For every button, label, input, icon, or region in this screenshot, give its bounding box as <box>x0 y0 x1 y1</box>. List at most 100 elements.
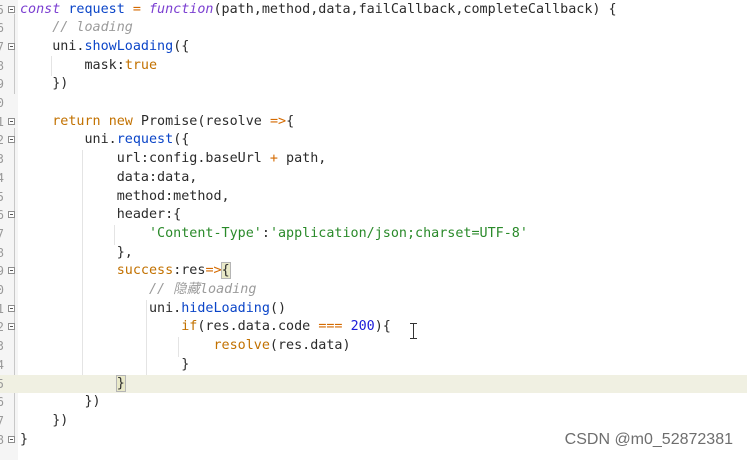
code-token: + <box>269 151 278 167</box>
fold-toggle-icon[interactable] <box>8 323 15 331</box>
code-content: 'Content-Type':'application/json;charset… <box>20 225 528 244</box>
code-token: ({ <box>173 38 190 54</box>
code-line[interactable]: 6 header:{ <box>0 206 747 225</box>
code-token: data:data, <box>20 169 198 185</box>
code-token: request <box>60 1 133 17</box>
code-token: => <box>269 113 287 129</box>
code-token: (path,method,data,failCallback,completeC… <box>213 1 617 17</box>
line-number: 0 <box>0 283 4 297</box>
code-content: }, <box>20 244 133 263</box>
code-line[interactable]: 8 }, <box>0 244 747 263</box>
code-token: === <box>318 319 343 335</box>
line-number: 9 <box>0 264 4 279</box>
code-token: }, <box>20 244 133 260</box>
line-number: 3 <box>0 152 4 167</box>
code-token: success <box>116 263 174 279</box>
code-token: // 隐藏loading <box>149 282 257 297</box>
code-line[interactable]: 6 }) <box>0 393 747 412</box>
code-line[interactable]: 7 uni.showLoading({ <box>0 38 747 57</box>
code-line[interactable]: 4 } <box>0 356 747 375</box>
code-token: request <box>116 132 174 148</box>
line-number: 3 <box>0 339 4 354</box>
line-number: 2 <box>0 133 4 148</box>
line-number: 1 <box>0 114 4 129</box>
code-line[interactable]: 0 // 隐藏loading <box>0 281 747 300</box>
fold-toggle-icon[interactable] <box>8 136 15 144</box>
code-line[interactable]: 5 } <box>0 374 747 394</box>
line-number: 1 <box>0 301 4 316</box>
code-line[interactable]: 2 uni.request({ <box>0 131 747 150</box>
code-token: uni. <box>20 38 85 54</box>
code-token: } <box>20 356 190 372</box>
line-number: 7 <box>0 226 4 241</box>
line-number: 5 <box>0 376 4 391</box>
line-number: 4 <box>0 170 4 185</box>
fold-toggle-icon[interactable] <box>8 304 15 312</box>
code-line[interactable]: 9 }) <box>0 75 747 94</box>
code-token: // loading <box>52 20 133 36</box>
code-content: method:method, <box>20 188 230 207</box>
fold-toggle-icon[interactable] <box>8 117 15 125</box>
line-number: 6 <box>0 21 4 36</box>
code-content: uni.showLoading({ <box>20 38 189 57</box>
line-number: 0 <box>0 96 4 110</box>
line-number: 2 <box>0 320 4 335</box>
code-line[interactable]: 4 data:data, <box>0 169 747 188</box>
code-content: } <box>20 374 126 394</box>
fold-toggle-icon[interactable] <box>8 267 15 275</box>
code-line[interactable]: 0 <box>0 94 747 113</box>
code-content: } <box>20 431 28 450</box>
code-token: { <box>220 262 231 280</box>
code-token: => <box>205 263 222 279</box>
code-line[interactable]: 9 success:res=>{ <box>0 262 747 281</box>
code-token: path, <box>277 151 327 167</box>
code-content: } <box>20 356 189 375</box>
code-token: new <box>108 113 133 129</box>
line-number: 4 <box>0 357 4 372</box>
fold-toggle-icon[interactable] <box>8 211 15 219</box>
code-token: uni. <box>20 132 117 148</box>
line-number: 8 <box>0 58 4 73</box>
line-number: 7 <box>0 413 4 428</box>
code-token: function <box>149 1 214 17</box>
fold-toggle-icon[interactable] <box>8 5 15 13</box>
fold-toggle-icon[interactable] <box>8 42 15 50</box>
code-token: resolve <box>213 338 270 354</box>
code-token: if <box>181 319 198 335</box>
code-token: hideLoading <box>181 300 270 316</box>
code-content: data:data, <box>20 169 198 188</box>
code-token: () <box>269 300 287 316</box>
code-token: 'application/json;charset=UTF-8' <box>269 225 528 241</box>
code-token: 200 <box>350 319 375 335</box>
code-token: ({ <box>173 132 190 148</box>
code-line[interactable]: 5 method:method, <box>0 188 747 207</box>
code-token: { <box>286 113 295 129</box>
code-line[interactable]: 1 uni.hideLoading() <box>0 300 747 319</box>
code-token: :res <box>173 263 206 279</box>
code-content: uni.request({ <box>20 131 189 150</box>
code-line[interactable]: 7 }) <box>0 412 747 431</box>
line-number: 5 <box>0 189 4 204</box>
code-token: ){ <box>374 319 391 335</box>
code-line[interactable]: 3 resolve(res.data) <box>0 337 747 356</box>
code-token: }) <box>20 76 69 92</box>
code-line[interactable]: 3 url:config.baseUrl + path, <box>0 150 747 169</box>
code-line[interactable]: 7 'Content-Type':'application/json;chars… <box>0 225 747 244</box>
line-number: 8 <box>0 432 4 447</box>
code-line[interactable]: 8 mask:true <box>0 57 747 76</box>
code-token: }) <box>20 412 69 428</box>
code-line[interactable]: 2 if(res.data.code === 200){ <box>0 318 747 337</box>
code-line[interactable]: 6 // loading <box>0 19 747 38</box>
code-line[interactable]: 1 return new Promise(resolve =>{ <box>0 113 747 132</box>
fold-toggle-icon[interactable] <box>8 435 15 443</box>
code-line[interactable]: 5 const request = function(path,method,da… <box>0 1 747 20</box>
code-content: uni.hideLoading() <box>20 300 286 319</box>
code-editor[interactable]: 5 const request = function(path,method,da… <box>0 0 747 460</box>
